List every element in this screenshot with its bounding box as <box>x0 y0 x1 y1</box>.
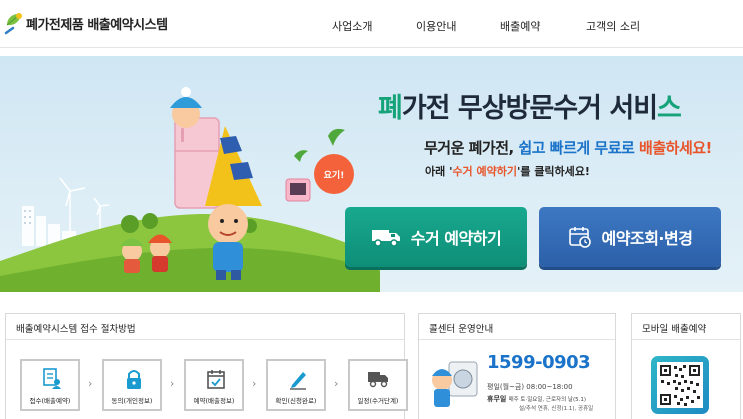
subtitle-highlight-blue: 쉽고 빠르게 무료로 <box>518 139 635 157</box>
subtitle-part: , <box>508 139 519 157</box>
lock-icon <box>127 370 141 389</box>
hero-subtitle: 무거운 폐가전, 쉽고 빠르게 무료로 배출하세요! <box>424 137 712 158</box>
speech-bubble-text: 요기! <box>324 169 345 181</box>
step-label: 동의(개인정보) <box>111 397 153 405</box>
hero-banner: 요기! 폐가전 무상방문수거 서비스 무거운 폐가전, 쉽고 빠르게 무료로 배… <box>0 56 743 292</box>
nav-usage-guide[interactable]: 이용안내 <box>416 18 456 34</box>
holiday-label: 휴무일 <box>487 395 507 403</box>
site-header: 폐가전제품 배출예약시스템 사업소개 이용안내 배출예약 고객의 소리 <box>0 0 743 48</box>
chevron-right-icon: › <box>252 377 257 390</box>
qr-code-icon[interactable] <box>651 356 709 414</box>
holiday-text: 매주 토·일요일, 근로자의 날(5.1) <box>508 397 587 403</box>
truck-icon <box>371 227 401 247</box>
calendar-icon <box>207 370 225 389</box>
callcenter-weekday-hours: 평일(월~금) 08:00~18:00 <box>487 383 573 391</box>
hero-illustration: 요기! <box>0 87 380 292</box>
hero-title-lead: 폐 <box>378 93 403 124</box>
calendar-clock-icon <box>568 225 592 249</box>
instruction-part: 아래 ' <box>425 165 453 178</box>
callcenter-panel-title: 콜센터 운영안내 <box>419 314 615 340</box>
washing-machine-character-icon <box>432 361 478 407</box>
step-application[interactable]: 접수(배출예약) <box>20 359 80 411</box>
chevron-right-icon: › <box>334 377 339 390</box>
callcenter-panel: 콜센터 운영안내 1599-0903 평일(월~금) 08:00~18:00 휴… <box>418 313 616 419</box>
pickup-button-label: 수거 예약하기 <box>410 229 502 248</box>
site-logo[interactable]: 폐가전제품 배출예약시스템 <box>4 8 168 38</box>
subtitle-part: 폐가전 <box>468 139 509 157</box>
subtitle-part: 무거운 <box>424 139 469 157</box>
callcenter-holiday-extra: 설/추석 연휴, 신정(1.1), 공휴일 <box>519 406 594 412</box>
step-label: 확인(신청완료) <box>275 397 317 405</box>
callcenter-holiday: 휴무일 매주 토·일요일, 근로자의 날(5.1) <box>487 394 586 404</box>
hero-title-tail: 스 <box>657 93 682 124</box>
mobile-panel-title: 모바일 배출예약 <box>632 314 740 340</box>
instruction-highlight: 수거 예약하기 <box>452 165 517 178</box>
nav-customer-voice[interactable]: 고객의 소리 <box>586 18 640 34</box>
process-panel: 배출예약시스템 접수 절차방법 접수(배출예약) › 동의(개인정보) › 예약… <box>5 313 408 419</box>
nav-business-intro[interactable]: 사업소개 <box>332 18 372 34</box>
step-label: 일정(수거단계) <box>357 397 399 405</box>
chevron-right-icon: › <box>88 377 93 390</box>
hero-title-main: 가전 무상방문수거 서비 <box>401 93 658 124</box>
truck-icon <box>368 372 388 388</box>
leaf-logo-icon <box>4 13 22 35</box>
hero-title: 폐가전 무상방문수거 서비스 <box>378 86 682 125</box>
instruction-part: '를 클릭하세요! <box>517 165 590 178</box>
document-user-icon <box>43 368 61 389</box>
step-consent[interactable]: 동의(개인정보) <box>102 359 162 411</box>
site-title: 폐가전제품 배출예약시스템 <box>26 17 168 33</box>
pickup-reservation-button[interactable]: 수거 예약하기 <box>345 207 527 267</box>
step-label: 접수(배출예약) <box>29 397 71 405</box>
callcenter-phone[interactable]: 1599-0903 <box>487 352 591 373</box>
subtitle-highlight-orange: 배출하세요! <box>639 139 712 157</box>
reservation-check-button[interactable]: 예약조회·변경 <box>539 207 721 267</box>
pen-icon <box>290 372 306 390</box>
chevron-right-icon: › <box>170 377 175 390</box>
check-button-label: 예약조회·변경 <box>601 229 693 248</box>
step-label: 예약(배출정보) <box>193 397 235 405</box>
process-panel-title: 배출예약시스템 접수 절차방법 <box>6 314 404 340</box>
hero-instruction: 아래 '수거 예약하기'를 클릭하세요! <box>425 163 590 179</box>
step-confirm[interactable]: 확인(신청완료) <box>266 359 326 411</box>
step-schedule[interactable]: 일정(수거단계) <box>348 359 408 411</box>
nav-reservation[interactable]: 배출예약 <box>500 18 540 34</box>
step-reservation[interactable]: 예약(배출정보) <box>184 359 244 411</box>
mobile-panel: 모바일 배출예약 <box>631 313 741 419</box>
